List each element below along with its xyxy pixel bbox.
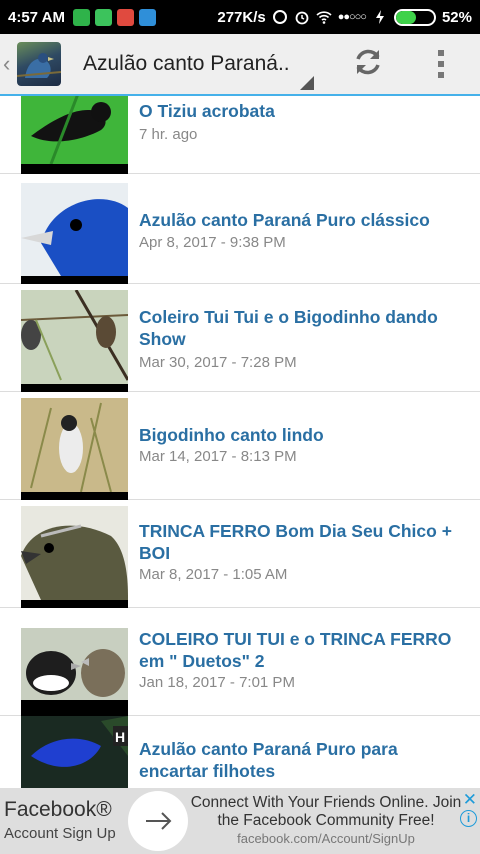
video-date: Jan 18, 2017 - 7:01 PM	[139, 674, 295, 691]
arrow-right-icon[interactable]	[128, 791, 188, 851]
ad-info-icon[interactable]: i	[460, 810, 477, 827]
ad-subtitle[interactable]: Account Sign Up	[4, 825, 116, 842]
ad-close-icon[interactable]: ✕	[463, 790, 477, 810]
video-thumbnail[interactable]	[21, 183, 128, 284]
video-date: Mar 8, 2017 - 1:05 AM	[139, 566, 288, 583]
video-title[interactable]: O Tiziu acrobata	[139, 100, 458, 122]
ad-text[interactable]: Connect With Your Friends Online. Join t…	[186, 794, 466, 848]
video-date: Mar 30, 2017 - 7:28 PM	[139, 354, 297, 371]
video-list-item[interactable]: O Tiziu acrobata 7 hr. ago	[0, 96, 480, 174]
more-vert-icon[interactable]	[436, 48, 446, 80]
battery-percent: 52%	[441, 8, 472, 26]
notification-icon	[72, 8, 90, 26]
battery-icon	[393, 8, 436, 26]
video-thumbnail[interactable]	[21, 506, 128, 608]
video-title[interactable]: Azulão canto Paraná Puro para encartar f…	[139, 738, 458, 782]
ad-brand[interactable]: Facebook®	[4, 798, 112, 822]
charging-icon	[375, 10, 384, 24]
video-list-item[interactable]: Coleiro Tui Tui e o Bigodinho dando Show…	[0, 284, 480, 392]
video-list-item[interactable]: Bigodinho canto lindo Mar 14, 2017 - 8:1…	[0, 392, 480, 500]
refresh-icon[interactable]	[350, 44, 386, 80]
back-chevron-icon[interactable]: ‹	[3, 51, 15, 77]
app-notification-icon	[94, 8, 112, 26]
network-speed: 277K/s	[217, 8, 266, 26]
wifi-icon	[316, 11, 332, 24]
video-thumbnail[interactable]	[21, 398, 128, 500]
video-date: Apr 8, 2017 - 9:38 PM	[139, 234, 286, 251]
ad-description[interactable]: Connect With Your Friends Online. Join t…	[191, 794, 462, 829]
ad-url[interactable]: facebook.com/Account/SignUp	[186, 830, 466, 848]
video-thumbnail[interactable]: H	[21, 716, 128, 788]
app-bar: ‹ Azulão canto Paraná..	[0, 34, 480, 96]
video-title[interactable]: Coleiro Tui Tui e o Bigodinho dando Show	[139, 306, 458, 350]
youtube-icon	[138, 8, 156, 26]
svg-text:H: H	[115, 729, 125, 745]
video-title[interactable]: Bigodinho canto lindo	[139, 424, 458, 446]
status-time: 4:57 AM	[8, 8, 65, 26]
alarm-icon	[295, 11, 309, 25]
sync-icon	[272, 10, 287, 24]
video-date: 7 hr. ago	[139, 126, 198, 143]
ad-banner[interactable]: Facebook® Account Sign Up Connect With Y…	[0, 788, 480, 854]
gmail-icon	[116, 8, 134, 26]
app-logo-icon[interactable]	[17, 42, 61, 86]
video-thumbnail[interactable]	[21, 290, 128, 392]
video-thumbnail[interactable]	[21, 96, 128, 174]
video-list[interactable]: O Tiziu acrobata 7 hr. ago Azulão canto …	[0, 96, 480, 788]
video-list-item[interactable]: COLEIRO TUI TUI e o TRINCA FERRO em " Du…	[0, 608, 480, 716]
signal-icon: ●●○○○	[337, 11, 367, 23]
video-thumbnail[interactable]	[21, 628, 128, 716]
video-title[interactable]: COLEIRO TUI TUI e o TRINCA FERRO em " Du…	[139, 628, 458, 672]
channel-title[interactable]: Azulão canto Paraná..	[83, 52, 290, 76]
video-list-item[interactable]: H Azulão canto Paraná Puro para encartar…	[0, 716, 480, 788]
video-list-item[interactable]: TRINCA FERRO Bom Dia Seu Chico + BOI Mar…	[0, 500, 480, 608]
video-title[interactable]: TRINCA FERRO Bom Dia Seu Chico + BOI	[139, 520, 458, 564]
status-bar: 4:57 AM 277K/s ●●○○○ 52%	[0, 0, 480, 34]
video-list-item[interactable]: Azulão canto Paraná Puro clássico Apr 8,…	[0, 176, 480, 284]
video-date: Mar 14, 2017 - 8:13 PM	[139, 448, 297, 465]
video-title[interactable]: Azulão canto Paraná Puro clássico	[139, 209, 458, 231]
dropdown-indicator-icon[interactable]	[300, 76, 314, 90]
